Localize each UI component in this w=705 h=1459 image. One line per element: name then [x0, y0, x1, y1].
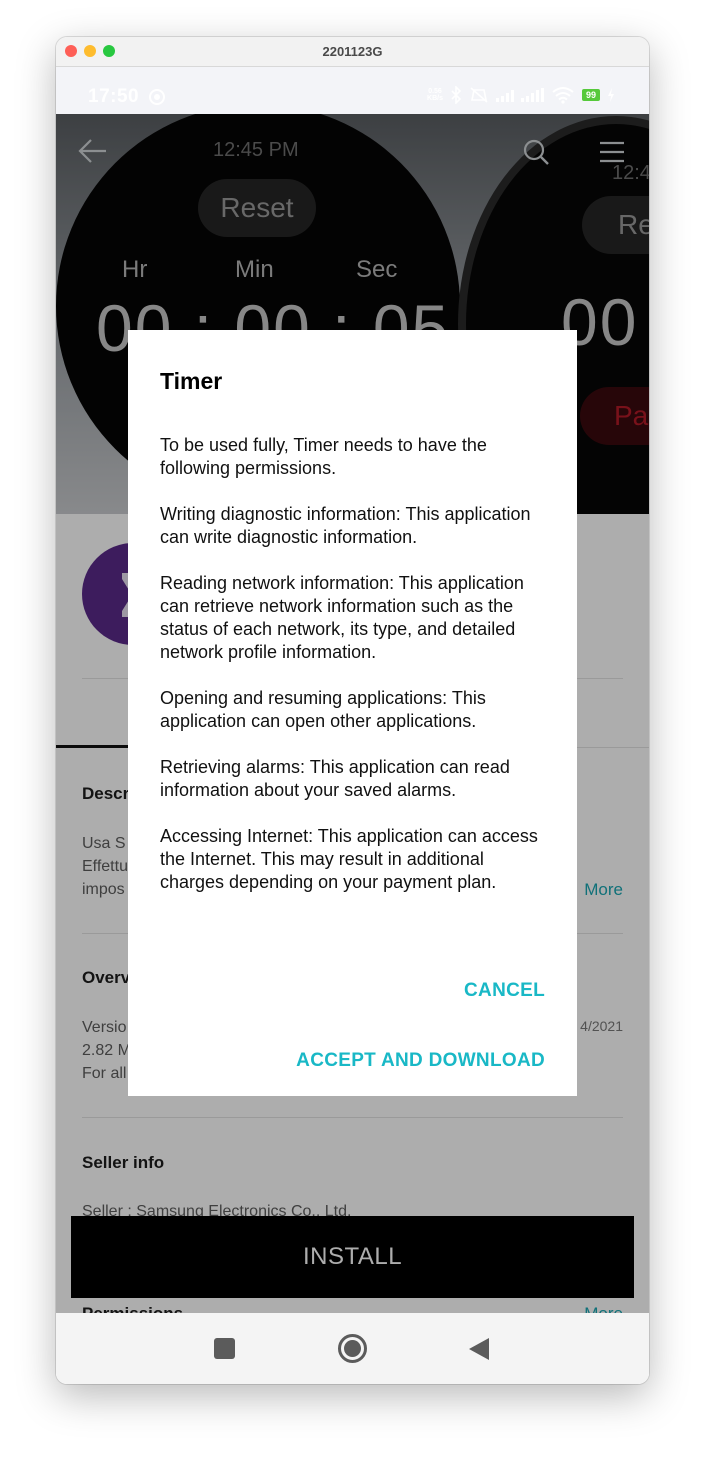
signal-2-icon: [520, 88, 544, 102]
back-nav-icon[interactable]: [469, 1338, 489, 1360]
scroll-fade: [160, 898, 552, 926]
recents-nav-icon[interactable]: [214, 1338, 235, 1359]
dialog-paragraph: Retrieving alarms: This application can …: [160, 757, 510, 800]
dialog-paragraph: Accessing Internet: This application can…: [160, 826, 538, 892]
status-icons: 0.56 KB/s 99: [427, 86, 615, 104]
permissions-dialog: Timer To be used fully, Timer needs to h…: [128, 330, 577, 1096]
bluetooth-icon: [451, 86, 462, 104]
cancel-button[interactable]: CANCEL: [464, 980, 545, 1002]
dialog-paragraph: Opening and resuming applications: This …: [160, 688, 486, 731]
app-window: 2201123G 17:50 0.56 KB/s 99 12:45 PM Res…: [56, 37, 649, 1384]
phone-screen: 17:50 0.56 KB/s 99 12:45 PM Reset Hr Min…: [56, 67, 649, 1384]
dialog-paragraph: Writing diagnostic information: This app…: [160, 504, 531, 547]
wifi-icon: [552, 87, 574, 104]
dialog-paragraph: To be used fully, Timer needs to have th…: [160, 435, 487, 478]
net-speed: 0.56 KB/s: [427, 88, 443, 102]
dialog-body[interactable]: To be used fully, Timer needs to have th…: [160, 434, 552, 926]
system-nav-bar: [56, 1313, 649, 1384]
home-nav-dot: [344, 1340, 361, 1357]
battery-level: 99: [581, 89, 600, 101]
status-bar: 17:50 0.56 KB/s 99: [56, 67, 649, 114]
charging-icon: [608, 88, 614, 102]
dialog-title: Timer: [160, 368, 223, 394]
dialog-paragraph: Reading network information: This applic…: [160, 573, 524, 662]
status-time: 17:50: [88, 86, 140, 107]
sync-icon: [149, 89, 165, 105]
accept-and-download-button[interactable]: ACCEPT AND DOWNLOAD: [296, 1050, 545, 1072]
signal-1-icon: [495, 88, 514, 102]
window-titlebar: 2201123G: [56, 37, 649, 67]
window-title: 2201123G: [322, 44, 383, 59]
vibrate-off-icon: [470, 87, 488, 103]
